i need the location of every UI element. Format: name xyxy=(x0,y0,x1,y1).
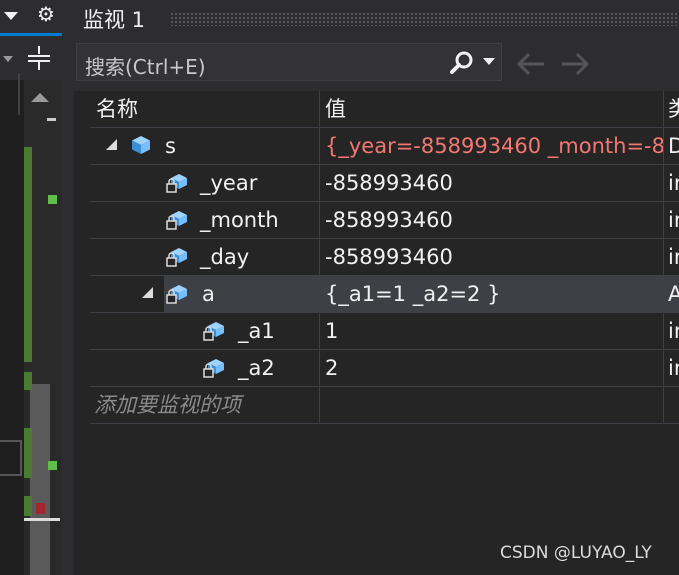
private-field-icon xyxy=(166,248,187,267)
type-cell: D xyxy=(668,134,679,158)
search-depth-dropdown-icon[interactable] xyxy=(483,58,495,65)
editor-scrollbar-area: ⚙ xyxy=(0,0,62,575)
type-cell: A xyxy=(664,276,679,312)
value-cell[interactable]: {_year=-858993460 _month=-858993460 _day… xyxy=(320,128,664,164)
column-header-row: 名称 值 类 xyxy=(90,91,679,128)
value-cell[interactable]: -858993460 xyxy=(320,165,664,201)
value-cell[interactable]: 2 xyxy=(320,350,664,386)
add-watch-input[interactable]: 添加要监视的项 xyxy=(90,387,320,423)
value-cell[interactable]: -858993460 xyxy=(320,239,664,275)
dropdown-arrow-icon[interactable] xyxy=(4,12,18,20)
private-field-icon xyxy=(166,211,187,230)
change-marker xyxy=(24,428,32,478)
private-field-icon xyxy=(203,322,224,341)
scroll-up-icon[interactable] xyxy=(31,93,49,102)
watermark: CSDN @LUYAO_LY xyxy=(500,543,652,563)
editor-glyph xyxy=(0,440,22,476)
type-cell xyxy=(664,387,679,423)
change-marker xyxy=(24,147,32,362)
private-field-icon xyxy=(166,285,187,304)
name-cell: _month xyxy=(90,202,320,238)
type-cell: in xyxy=(668,171,679,195)
divider xyxy=(18,73,20,115)
type-cell: in xyxy=(668,245,679,269)
column-header-name[interactable]: 名称 xyxy=(90,91,320,127)
variable-name: _a2 xyxy=(238,356,275,380)
name-cell: _a1 xyxy=(90,313,320,349)
change-marker xyxy=(48,195,57,204)
column-header-value[interactable]: 值 xyxy=(320,91,664,127)
gear-icon[interactable]: ⚙ xyxy=(37,4,55,24)
watch-row-s[interactable]: s {_year=-858993460 _month=-858993460 _d… xyxy=(90,128,679,165)
collapse-triangle-icon[interactable] xyxy=(106,139,117,150)
name-cell: _day xyxy=(90,239,320,275)
panel-splitter[interactable] xyxy=(62,0,74,575)
search-box[interactable]: 搜索(Ctrl+E) xyxy=(76,43,502,81)
search-icon[interactable] xyxy=(449,50,475,76)
scrollbar-thumb[interactable] xyxy=(30,384,50,575)
caret-marker xyxy=(47,118,56,121)
back-arrow-icon[interactable] xyxy=(514,50,548,78)
watch-row-day[interactable]: _day -858993460 in xyxy=(90,239,679,276)
name-cell: _a2 xyxy=(90,350,320,386)
private-field-icon xyxy=(166,174,187,193)
chevron-down-icon[interactable] xyxy=(3,56,13,62)
type-cell: in xyxy=(668,208,679,232)
struct-icon xyxy=(132,136,150,154)
forward-arrow-icon[interactable] xyxy=(558,50,592,78)
watch-row-year[interactable]: _year -858993460 in xyxy=(90,165,679,202)
value-cell xyxy=(320,387,664,423)
search-input[interactable]: 搜索(Ctrl+E) xyxy=(85,51,206,80)
type-cell: in xyxy=(668,356,679,380)
variable-name: s xyxy=(165,134,176,158)
collapse-triangle-icon[interactable] xyxy=(142,287,153,298)
type-cell: in xyxy=(668,319,679,343)
watch-window: 监视 1 搜索(Ctrl+E) 名称 值 类 s {_year=-8589934… xyxy=(74,0,679,575)
add-watch-row[interactable]: 添加要监视的项 xyxy=(90,387,679,424)
column-header-type[interactable]: 类 xyxy=(664,91,679,127)
variable-name: _day xyxy=(200,245,250,269)
watch-toolbar: 搜索(Ctrl+E) xyxy=(74,36,679,91)
variable-name: _month xyxy=(200,208,279,232)
value-cell[interactable]: 1 xyxy=(320,313,664,349)
name-cell: s xyxy=(90,128,320,164)
title-grip[interactable] xyxy=(170,12,679,26)
variable-name: _a1 xyxy=(238,319,275,343)
change-marker xyxy=(24,372,32,390)
watch-row-a2[interactable]: _a2 2 in xyxy=(90,350,679,387)
value-cell[interactable]: {_a1=1 _a2=2 } xyxy=(320,276,664,312)
watch-row-month[interactable]: _month -858993460 in xyxy=(90,202,679,239)
split-window-icon[interactable] xyxy=(25,44,55,74)
current-line-marker xyxy=(24,518,60,521)
watch-title-bar[interactable]: 监视 1 xyxy=(74,0,679,36)
watch-row-a1[interactable]: _a1 1 in xyxy=(90,313,679,350)
editor-toolbar xyxy=(0,36,62,115)
name-cell: a xyxy=(90,276,320,312)
watch-row-a[interactable]: a {_a1=1 _a2=2 } A xyxy=(90,276,679,313)
variable-name: _year xyxy=(200,171,258,195)
variable-name: a xyxy=(202,282,215,306)
change-marker xyxy=(48,461,57,470)
breakpoint-marker xyxy=(36,503,45,514)
private-field-icon xyxy=(203,359,224,378)
watch-window-title: 监视 1 xyxy=(83,8,146,32)
name-cell: _year xyxy=(90,165,320,201)
value-cell[interactable]: -858993460 xyxy=(320,202,664,238)
change-marker xyxy=(24,496,32,516)
